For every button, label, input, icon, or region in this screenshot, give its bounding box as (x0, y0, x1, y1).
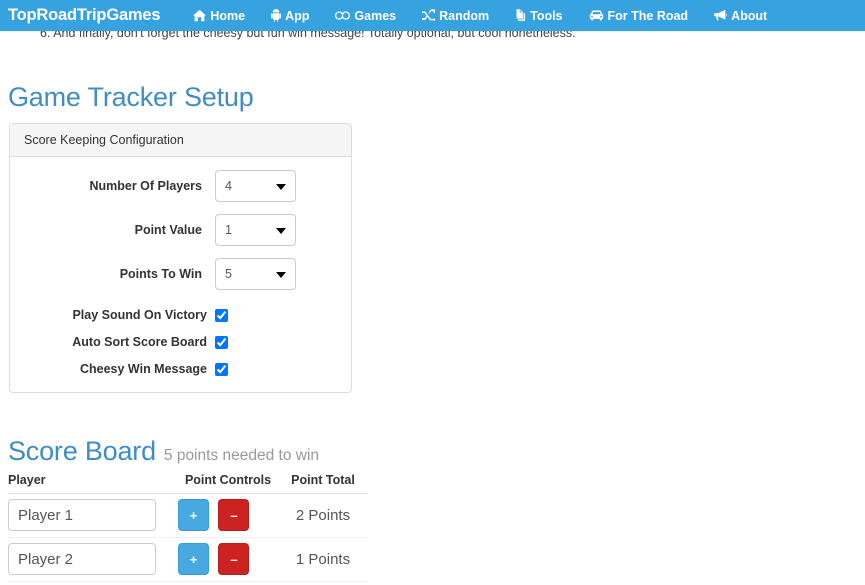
table-row: + – 1 Points (8, 537, 368, 582)
android-icon (271, 9, 281, 22)
scoreboard-table: Player Point Controls Point Total + – 2 … (8, 473, 368, 585)
form-row-point-value: Point Value 1 (10, 214, 351, 246)
table-row: + – 0 Points (8, 581, 368, 585)
files-icon (515, 9, 526, 22)
scoreboard-title: Score Board (8, 436, 156, 466)
top-navbar: TopRoadTripGames Home App Games Random T… (0, 0, 865, 31)
car-icon (589, 9, 604, 22)
table-row: + – 2 Points (8, 493, 368, 538)
gamepad-icon (335, 9, 351, 22)
nav-item-home-label: Home (210, 8, 246, 23)
point-controls-cell: + – (178, 493, 278, 538)
check-row-auto-sort-score-board: Auto Sort Score Board (10, 335, 351, 349)
point-total-cell: 1 Points (278, 537, 368, 582)
label-number-of-players: Number Of Players (89, 179, 202, 193)
label-points-to-win: Points To Win (119, 267, 202, 281)
nav-items: Home App Games Random Tools For The Road… (180, 0, 780, 31)
checkbox-play-sound-on-victory[interactable] (215, 308, 228, 322)
decrement-point-button[interactable]: – (218, 543, 250, 575)
scoreboard-table-body: + – 2 Points + – 1 Points (8, 493, 368, 585)
player-name-input[interactable] (8, 543, 156, 575)
point-controls-cell: + – (178, 537, 278, 582)
nav-item-for-the-road-label: For The Road (607, 8, 689, 23)
player-name-cell (8, 493, 178, 538)
nav-item-about[interactable]: About (701, 0, 780, 31)
checkbox-auto-sort-score-board[interactable] (215, 335, 228, 349)
nav-item-random-label: Random (439, 8, 490, 23)
chevron-down-icon (276, 228, 286, 234)
label-play-sound-on-victory: Play Sound On Victory (72, 308, 207, 322)
page-title: Game Tracker Setup (8, 82, 254, 112)
nav-item-app-label: App (285, 8, 310, 23)
nav-item-home[interactable]: Home (180, 0, 258, 31)
label-auto-sort-score-board: Auto Sort Score Board (72, 335, 207, 349)
player-name-cell (8, 537, 178, 582)
column-header-player: Player (8, 473, 178, 494)
site-brand[interactable]: TopRoadTripGames (0, 6, 161, 25)
chevron-down-icon (276, 184, 286, 190)
nav-item-app[interactable]: App (258, 0, 322, 31)
player-name-cell (8, 581, 178, 585)
select-point-value-value: 1 (225, 223, 232, 237)
column-header-point-total: Point Total (278, 473, 368, 494)
player-name-input[interactable] (8, 499, 156, 531)
score-keeping-panel: Score Keeping Configuration Number Of Pl… (9, 123, 352, 393)
nav-item-tools[interactable]: Tools (502, 0, 575, 31)
home-icon (193, 9, 207, 22)
point-total-cell: 0 Points (278, 581, 368, 585)
increment-point-button[interactable]: + (178, 543, 209, 575)
bullhorn-icon (714, 9, 728, 22)
scoreboard-table-head: Player Point Controls Point Total (8, 473, 368, 494)
increment-point-button[interactable]: + (178, 499, 209, 531)
nav-item-about-label: About (731, 8, 768, 23)
select-points-to-win[interactable]: 5 (215, 258, 296, 290)
form-row-points-to-win: Points To Win 5 (10, 258, 351, 290)
panel-title: Score Keeping Configuration (10, 124, 351, 157)
label-cheesy-win-message: Cheesy Win Message (79, 362, 207, 376)
nav-item-for-the-road[interactable]: For The Road (576, 0, 702, 31)
select-points-to-win-value: 5 (225, 267, 232, 281)
column-header-point-controls: Point Controls (178, 473, 278, 494)
select-point-value[interactable]: 1 (215, 214, 296, 246)
select-number-of-players[interactable]: 4 (215, 170, 296, 202)
scoreboard-header: Score Board 5 points needed to win (8, 436, 319, 467)
panel-body: Number Of Players 4 Point Value 1 Points… (10, 157, 351, 392)
nav-item-games-label: Games (354, 8, 397, 23)
point-controls-cell: + – (178, 581, 278, 585)
scoreboard-subtitle: 5 points needed to win (163, 447, 320, 464)
point-total-cell: 2 Points (278, 493, 368, 538)
table-header-row: Player Point Controls Point Total (8, 473, 368, 494)
chevron-down-icon (276, 272, 286, 278)
label-point-value: Point Value (134, 223, 202, 237)
form-row-number-of-players: Number Of Players 4 (10, 170, 351, 202)
page-root: TopRoadTripGames Home App Games Random T… (0, 0, 865, 585)
nav-item-random[interactable]: Random (409, 0, 502, 31)
check-row-cheesy-win-message: Cheesy Win Message (10, 362, 351, 376)
nav-item-games[interactable]: Games (322, 0, 409, 31)
shuffle-icon (422, 9, 436, 22)
checkbox-cheesy-win-message[interactable] (215, 362, 228, 376)
nav-item-tools-label: Tools (530, 8, 563, 23)
select-number-of-players-value: 4 (225, 179, 232, 193)
check-row-play-sound-on-victory: Play Sound On Victory (10, 308, 351, 322)
decrement-point-button[interactable]: – (218, 499, 250, 531)
